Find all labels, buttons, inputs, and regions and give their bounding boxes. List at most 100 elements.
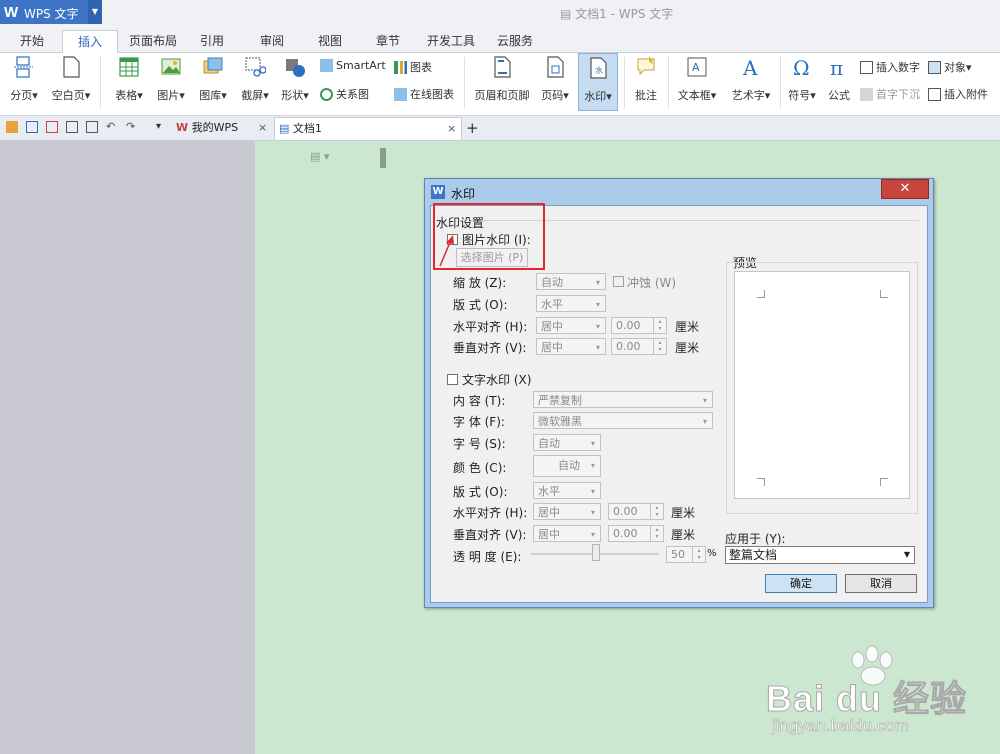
drop-cap-button[interactable]: 首字下沉	[860, 86, 920, 102]
transparency-label: 透 明 度 (E):	[453, 550, 522, 564]
page-break-button[interactable]: 分页▾	[6, 53, 42, 103]
baidu-url: jingyan.baidu.com	[772, 716, 910, 736]
margin-corner	[880, 478, 888, 486]
tab-references[interactable]: 引用	[192, 30, 232, 52]
scale-label: 缩 放 (Z):	[453, 276, 507, 290]
blank-page-icon	[63, 56, 80, 78]
shape-icon	[286, 59, 305, 77]
apply-to-label: 应用于 (Y):	[725, 532, 786, 546]
content-select[interactable]: 严禁复制 ▾	[533, 391, 713, 408]
doc-tab-active[interactable]: ▤ 文档1 ×	[274, 117, 462, 140]
relation-button[interactable]: 关系图	[320, 86, 369, 102]
tab-start[interactable]: 开始	[8, 30, 56, 52]
header-footer-button[interactable]: 页眉和页脚	[472, 53, 532, 103]
tab-view[interactable]: 视图	[310, 30, 350, 52]
scale-select[interactable]: 自动 ▾	[536, 273, 606, 290]
size-select[interactable]: 自动 ▾	[533, 434, 601, 451]
doc-tab-my-wps[interactable]: W 我的WPS ×	[176, 117, 272, 139]
screenshot-button[interactable]: 截屏▾	[236, 53, 274, 103]
page-number-button[interactable]: 页码▾	[536, 53, 574, 103]
text-layout-label: 版 式 (O):	[453, 485, 508, 499]
tab-developer[interactable]: 开发工具	[422, 30, 480, 52]
picture-layout-select[interactable]: 水平 ▾	[536, 295, 606, 312]
online-chart-button[interactable]: 在线图表	[394, 86, 454, 102]
wps-logo-icon: W	[4, 4, 19, 21]
annotation-arrow-icon	[439, 235, 454, 267]
washout-checkbox[interactable]	[613, 276, 624, 287]
svg-text:水: 水	[595, 65, 603, 75]
tab-page-layout[interactable]: 页面布局	[124, 30, 182, 52]
app-menu-button[interactable]: W WPS 文字 ▼	[0, 0, 102, 24]
insert-number-button[interactable]: 插入数字	[860, 59, 920, 75]
customize-chevron-icon[interactable]: ▾	[156, 121, 168, 133]
transparency-spinner[interactable]: 50 ▴ ▾	[666, 546, 706, 563]
tab-section[interactable]: 章节	[368, 30, 408, 52]
symbol-button[interactable]: Ω 符号▾	[784, 53, 820, 103]
wps-logo-icon: W	[431, 185, 445, 199]
save-icon[interactable]	[26, 121, 38, 133]
watermark-button[interactable]: 水 水印▾	[578, 53, 618, 111]
redo-icon[interactable]: ↷	[126, 121, 138, 133]
print-icon[interactable]	[66, 121, 78, 133]
formula-button[interactable]: π 公式	[824, 53, 854, 103]
apply-to-select[interactable]: 整篇文档 ▼	[725, 546, 915, 564]
comment-button[interactable]: 批注	[630, 53, 662, 103]
text-halign-label: 水平对齐 (H):	[453, 506, 528, 520]
chart-button[interactable]: 图表	[394, 59, 432, 75]
ribbon-tab-bar: 开始 插入 页面布局 引用 审阅 视图 章节 开发工具 云服务	[0, 30, 1000, 54]
paragraph-icon[interactable]: ▤ ▾	[310, 150, 329, 163]
open-icon[interactable]	[6, 121, 18, 133]
transparency-slider-thumb[interactable]	[592, 544, 600, 561]
text-layout-select[interactable]: 水平 ▾	[533, 482, 601, 499]
chevron-down-icon[interactable]: ▼	[88, 0, 102, 24]
shape-button[interactable]: 形状▾	[276, 53, 314, 103]
blank-page-button[interactable]: 空白页▾	[48, 53, 94, 103]
wordart-button[interactable]: A 艺术字▾	[726, 53, 776, 103]
margin-corner	[757, 478, 765, 486]
text-cursor	[380, 148, 386, 168]
new-tab-plus-icon[interactable]: +	[466, 117, 479, 139]
textbox-button[interactable]: A 文本框▾	[674, 53, 720, 103]
text-valign-select[interactable]: 居中 ▾	[533, 525, 601, 542]
object-button[interactable]: 对象 ▾	[928, 59, 972, 75]
print-preview-icon[interactable]	[86, 121, 98, 133]
cancel-button[interactable]: 取消	[845, 574, 917, 593]
dialog-title-bar[interactable]: W 水印	[425, 179, 933, 205]
smartart-button[interactable]: SmartArt	[320, 59, 386, 72]
picture-valign-spinner[interactable]: 0.00 ▴ ▾	[611, 338, 667, 355]
picture-valign-select[interactable]: 居中 ▾	[536, 338, 606, 355]
undo-icon[interactable]: ↶	[106, 121, 118, 133]
omega-icon: Ω	[793, 56, 810, 80]
divider	[464, 57, 465, 109]
gallery-icon	[203, 57, 223, 74]
picture-button[interactable]: 图片▾	[152, 53, 190, 103]
relation-icon	[320, 87, 333, 101]
svg-text:A: A	[692, 61, 700, 74]
text-halign-spinner[interactable]: 0.00 ▴ ▾	[608, 503, 664, 520]
text-watermark-checkbox[interactable]	[447, 374, 458, 385]
tab-insert[interactable]: 插入	[62, 30, 118, 54]
text-halign-select[interactable]: 居中 ▾	[533, 503, 601, 520]
pi-icon: π	[830, 56, 843, 80]
text-valign-spinner[interactable]: 0.00 ▴ ▾	[608, 525, 664, 542]
close-icon[interactable]: ×	[258, 117, 267, 139]
color-select[interactable]: 自动 ▾	[533, 455, 601, 477]
picture-halign-spinner[interactable]: 0.00 ▴ ▾	[611, 317, 667, 334]
export-pdf-icon[interactable]	[46, 121, 58, 133]
doc-icon: ▤	[279, 122, 290, 135]
attachment-button[interactable]: 插入附件	[928, 86, 988, 102]
picture-layout-label: 版 式 (O):	[453, 298, 508, 312]
close-button[interactable]: ✕	[881, 179, 929, 199]
gallery-button[interactable]: 图库▾	[194, 53, 232, 103]
close-icon[interactable]: ×	[447, 118, 456, 140]
tab-review[interactable]: 审阅	[252, 30, 292, 52]
font-select[interactable]: 微软雅黑 ▾	[533, 412, 713, 429]
washout-label: 冲蚀 (W)	[627, 276, 677, 290]
picture-halign-select[interactable]: 居中 ▾	[536, 317, 606, 334]
wps-logo-icon: W	[176, 121, 189, 134]
ok-button[interactable]: 确定	[765, 574, 837, 593]
table-button[interactable]: 表格▾	[110, 53, 148, 103]
unit-label: 厘米	[671, 506, 696, 520]
tab-cloud[interactable]: 云服务	[490, 30, 540, 52]
smartart-icon	[320, 59, 333, 72]
